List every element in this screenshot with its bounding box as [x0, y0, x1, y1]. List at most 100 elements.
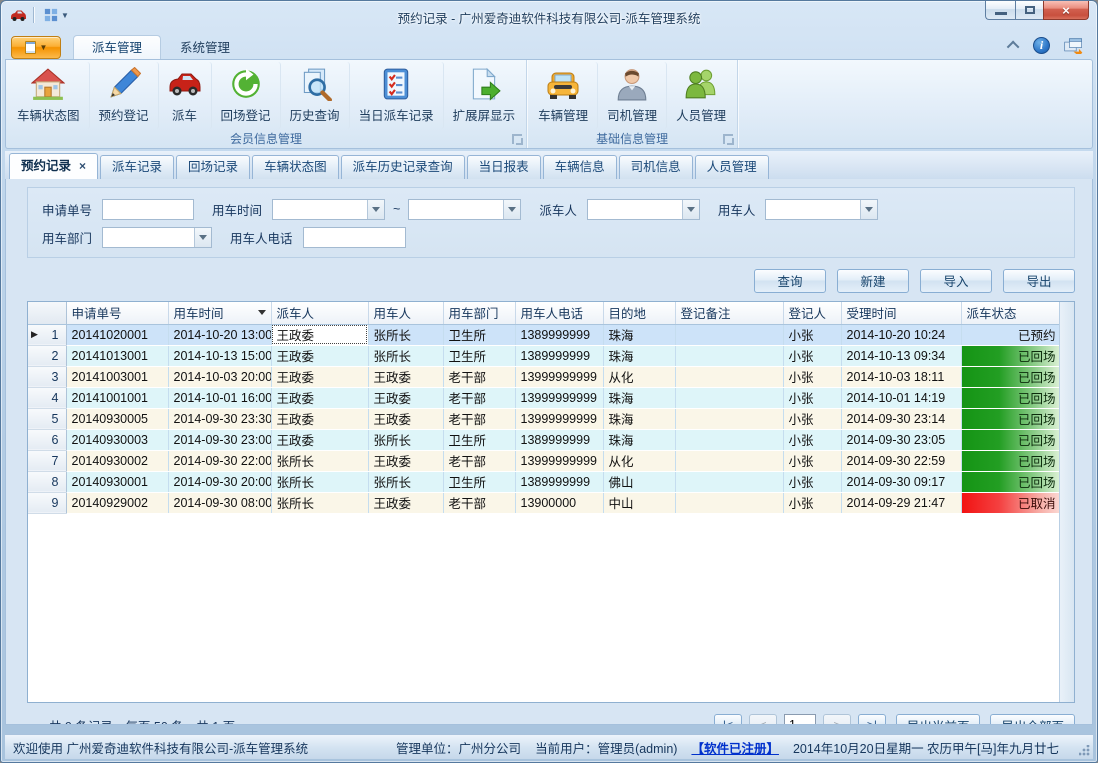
cell-dispatcher[interactable]: 王政委: [271, 408, 368, 429]
row-header[interactable]: 3: [28, 366, 66, 387]
history-query-button[interactable]: 历史查询: [281, 62, 350, 129]
cell-accept_time[interactable]: 2014-09-30 23:14: [841, 408, 961, 429]
cell-registrar[interactable]: 小张: [783, 345, 841, 366]
row-header[interactable]: 7: [28, 450, 66, 471]
cell-dispatcher[interactable]: 王政委: [271, 429, 368, 450]
cell-use_time[interactable]: 2014-09-30 08:00: [168, 492, 271, 513]
table-row[interactable]: 7201409300022014-09-30 22:00张所长王政委老干部139…: [28, 450, 1061, 471]
cell-registrar[interactable]: 小张: [783, 324, 841, 345]
import-button[interactable]: 导入: [920, 269, 992, 293]
dropdown-button[interactable]: [503, 200, 520, 219]
dropdown-button[interactable]: [860, 200, 877, 219]
table-row[interactable]: ▶1201410200012014-10-20 13:00王政委张所长卫生所13…: [28, 324, 1061, 345]
vertical-scrollbar[interactable]: [1059, 302, 1074, 702]
cell-dispatcher[interactable]: 张所长: [271, 492, 368, 513]
cell-dest[interactable]: 珠海: [603, 408, 675, 429]
cell-user[interactable]: 王政委: [368, 408, 443, 429]
col-dest[interactable]: 目的地: [603, 302, 675, 324]
cell-use_time[interactable]: 2014-09-30 23:00: [168, 429, 271, 450]
cell-dest[interactable]: 珠海: [603, 324, 675, 345]
cell-order_no[interactable]: 20141020001: [66, 324, 168, 345]
table-row[interactable]: 3201410030012014-10-03 20:00王政委王政委老干部139…: [28, 366, 1061, 387]
page-number-input[interactable]: [784, 714, 816, 725]
cell-status[interactable]: 已回场: [961, 471, 1061, 492]
cell-phone[interactable]: 1389999999: [515, 429, 603, 450]
cell-dept[interactable]: 老干部: [443, 408, 515, 429]
col-phone[interactable]: 用车人电话: [515, 302, 603, 324]
row-header[interactable]: 6: [28, 429, 66, 450]
create-button[interactable]: 新建: [837, 269, 909, 293]
cell-registrar[interactable]: 小张: [783, 471, 841, 492]
cell-user[interactable]: 王政委: [368, 387, 443, 408]
switch-window-icon[interactable]: [1064, 37, 1083, 54]
cell-order_no[interactable]: 20140929002: [66, 492, 168, 513]
next-page-button[interactable]: >: [823, 714, 851, 725]
dispatch-button[interactable]: 派车: [159, 62, 212, 129]
first-page-button[interactable]: |<: [714, 714, 742, 725]
cell-dest[interactable]: 从化: [603, 366, 675, 387]
maximize-button[interactable]: [1015, 1, 1043, 20]
row-header[interactable]: 5: [28, 408, 66, 429]
minimize-button[interactable]: [985, 1, 1015, 20]
cell-status[interactable]: 已预约: [961, 324, 1061, 345]
cell-dept[interactable]: 老干部: [443, 387, 515, 408]
extend-screen-button[interactable]: 扩展屏显示: [444, 62, 525, 129]
cell-use_time[interactable]: 2014-10-01 16:00: [168, 387, 271, 408]
cell-dept[interactable]: 老干部: [443, 450, 515, 471]
order-no-input[interactable]: [102, 199, 194, 220]
cell-status[interactable]: 已回场: [961, 387, 1061, 408]
cell-use_time[interactable]: 2014-09-30 20:00: [168, 471, 271, 492]
cell-user[interactable]: 王政委: [368, 450, 443, 471]
close-tab-icon[interactable]: ×: [79, 159, 86, 173]
cell-status[interactable]: 已取消: [961, 492, 1061, 513]
cell-order_no[interactable]: 20140930005: [66, 408, 168, 429]
cell-dest[interactable]: 中山: [603, 492, 675, 513]
cell-accept_time[interactable]: 2014-10-03 18:11: [841, 366, 961, 387]
cell-note[interactable]: [675, 408, 783, 429]
table-row[interactable]: 6201409300032014-09-30 23:00王政委张所长卫生所138…: [28, 429, 1061, 450]
cell-registrar[interactable]: 小张: [783, 492, 841, 513]
user-combo[interactable]: [765, 199, 878, 220]
cell-user[interactable]: 张所长: [368, 345, 443, 366]
cell-dispatcher[interactable]: 王政委: [271, 324, 368, 345]
row-header[interactable]: 2: [28, 345, 66, 366]
row-header-corner[interactable]: [28, 302, 66, 324]
dropdown-button[interactable]: [682, 200, 699, 219]
cell-status[interactable]: 已回场: [961, 429, 1061, 450]
table-row[interactable]: 2201410130012014-10-13 15:00王政委张所长卫生所138…: [28, 345, 1061, 366]
cell-dest[interactable]: 珠海: [603, 429, 675, 450]
ribbon-tab-dispatch[interactable]: 派车管理: [73, 35, 161, 59]
col-accept-time[interactable]: 受理时间: [841, 302, 961, 324]
cell-dispatcher[interactable]: 王政委: [271, 387, 368, 408]
personnel-management-button[interactable]: 人员管理: [667, 62, 735, 129]
ribbon-tab-system[interactable]: 系统管理: [161, 35, 249, 59]
vehicle-management-button[interactable]: 车辆管理: [529, 62, 598, 129]
cell-dest[interactable]: 从化: [603, 450, 675, 471]
collapse-ribbon-icon[interactable]: [1007, 41, 1020, 54]
cell-dest[interactable]: 佛山: [603, 471, 675, 492]
table-row[interactable]: 9201409290022014-09-30 08:00张所长王政委老干部139…: [28, 492, 1061, 513]
cell-phone[interactable]: 13999999999: [515, 366, 603, 387]
table-row[interactable]: 5201409300052014-09-30 23:30王政委王政委老干部139…: [28, 408, 1061, 429]
cell-accept_time[interactable]: 2014-10-20 10:24: [841, 324, 961, 345]
dropdown-button[interactable]: [367, 200, 384, 219]
cell-phone[interactable]: 13999999999: [515, 387, 603, 408]
row-header[interactable]: 8: [28, 471, 66, 492]
cell-registrar[interactable]: 小张: [783, 366, 841, 387]
tab-reservation-records[interactable]: 预约记录×: [9, 153, 98, 179]
cell-phone[interactable]: 13900000: [515, 492, 603, 513]
cell-note[interactable]: [675, 492, 783, 513]
cell-order_no[interactable]: 20140930001: [66, 471, 168, 492]
cell-status[interactable]: 已回场: [961, 345, 1061, 366]
cell-registrar[interactable]: 小张: [783, 387, 841, 408]
cell-dispatcher[interactable]: 王政委: [271, 366, 368, 387]
col-dept[interactable]: 用车部门: [443, 302, 515, 324]
cell-status[interactable]: 已回场: [961, 408, 1061, 429]
cell-note[interactable]: [675, 345, 783, 366]
search-button[interactable]: 查询: [754, 269, 826, 293]
cell-phone[interactable]: 13999999999: [515, 450, 603, 471]
col-registrar[interactable]: 登记人: [783, 302, 841, 324]
close-button[interactable]: ×: [1043, 1, 1089, 20]
cell-use_time[interactable]: 2014-09-30 23:30: [168, 408, 271, 429]
export-current-page-button[interactable]: 导出当前页: [896, 714, 981, 726]
